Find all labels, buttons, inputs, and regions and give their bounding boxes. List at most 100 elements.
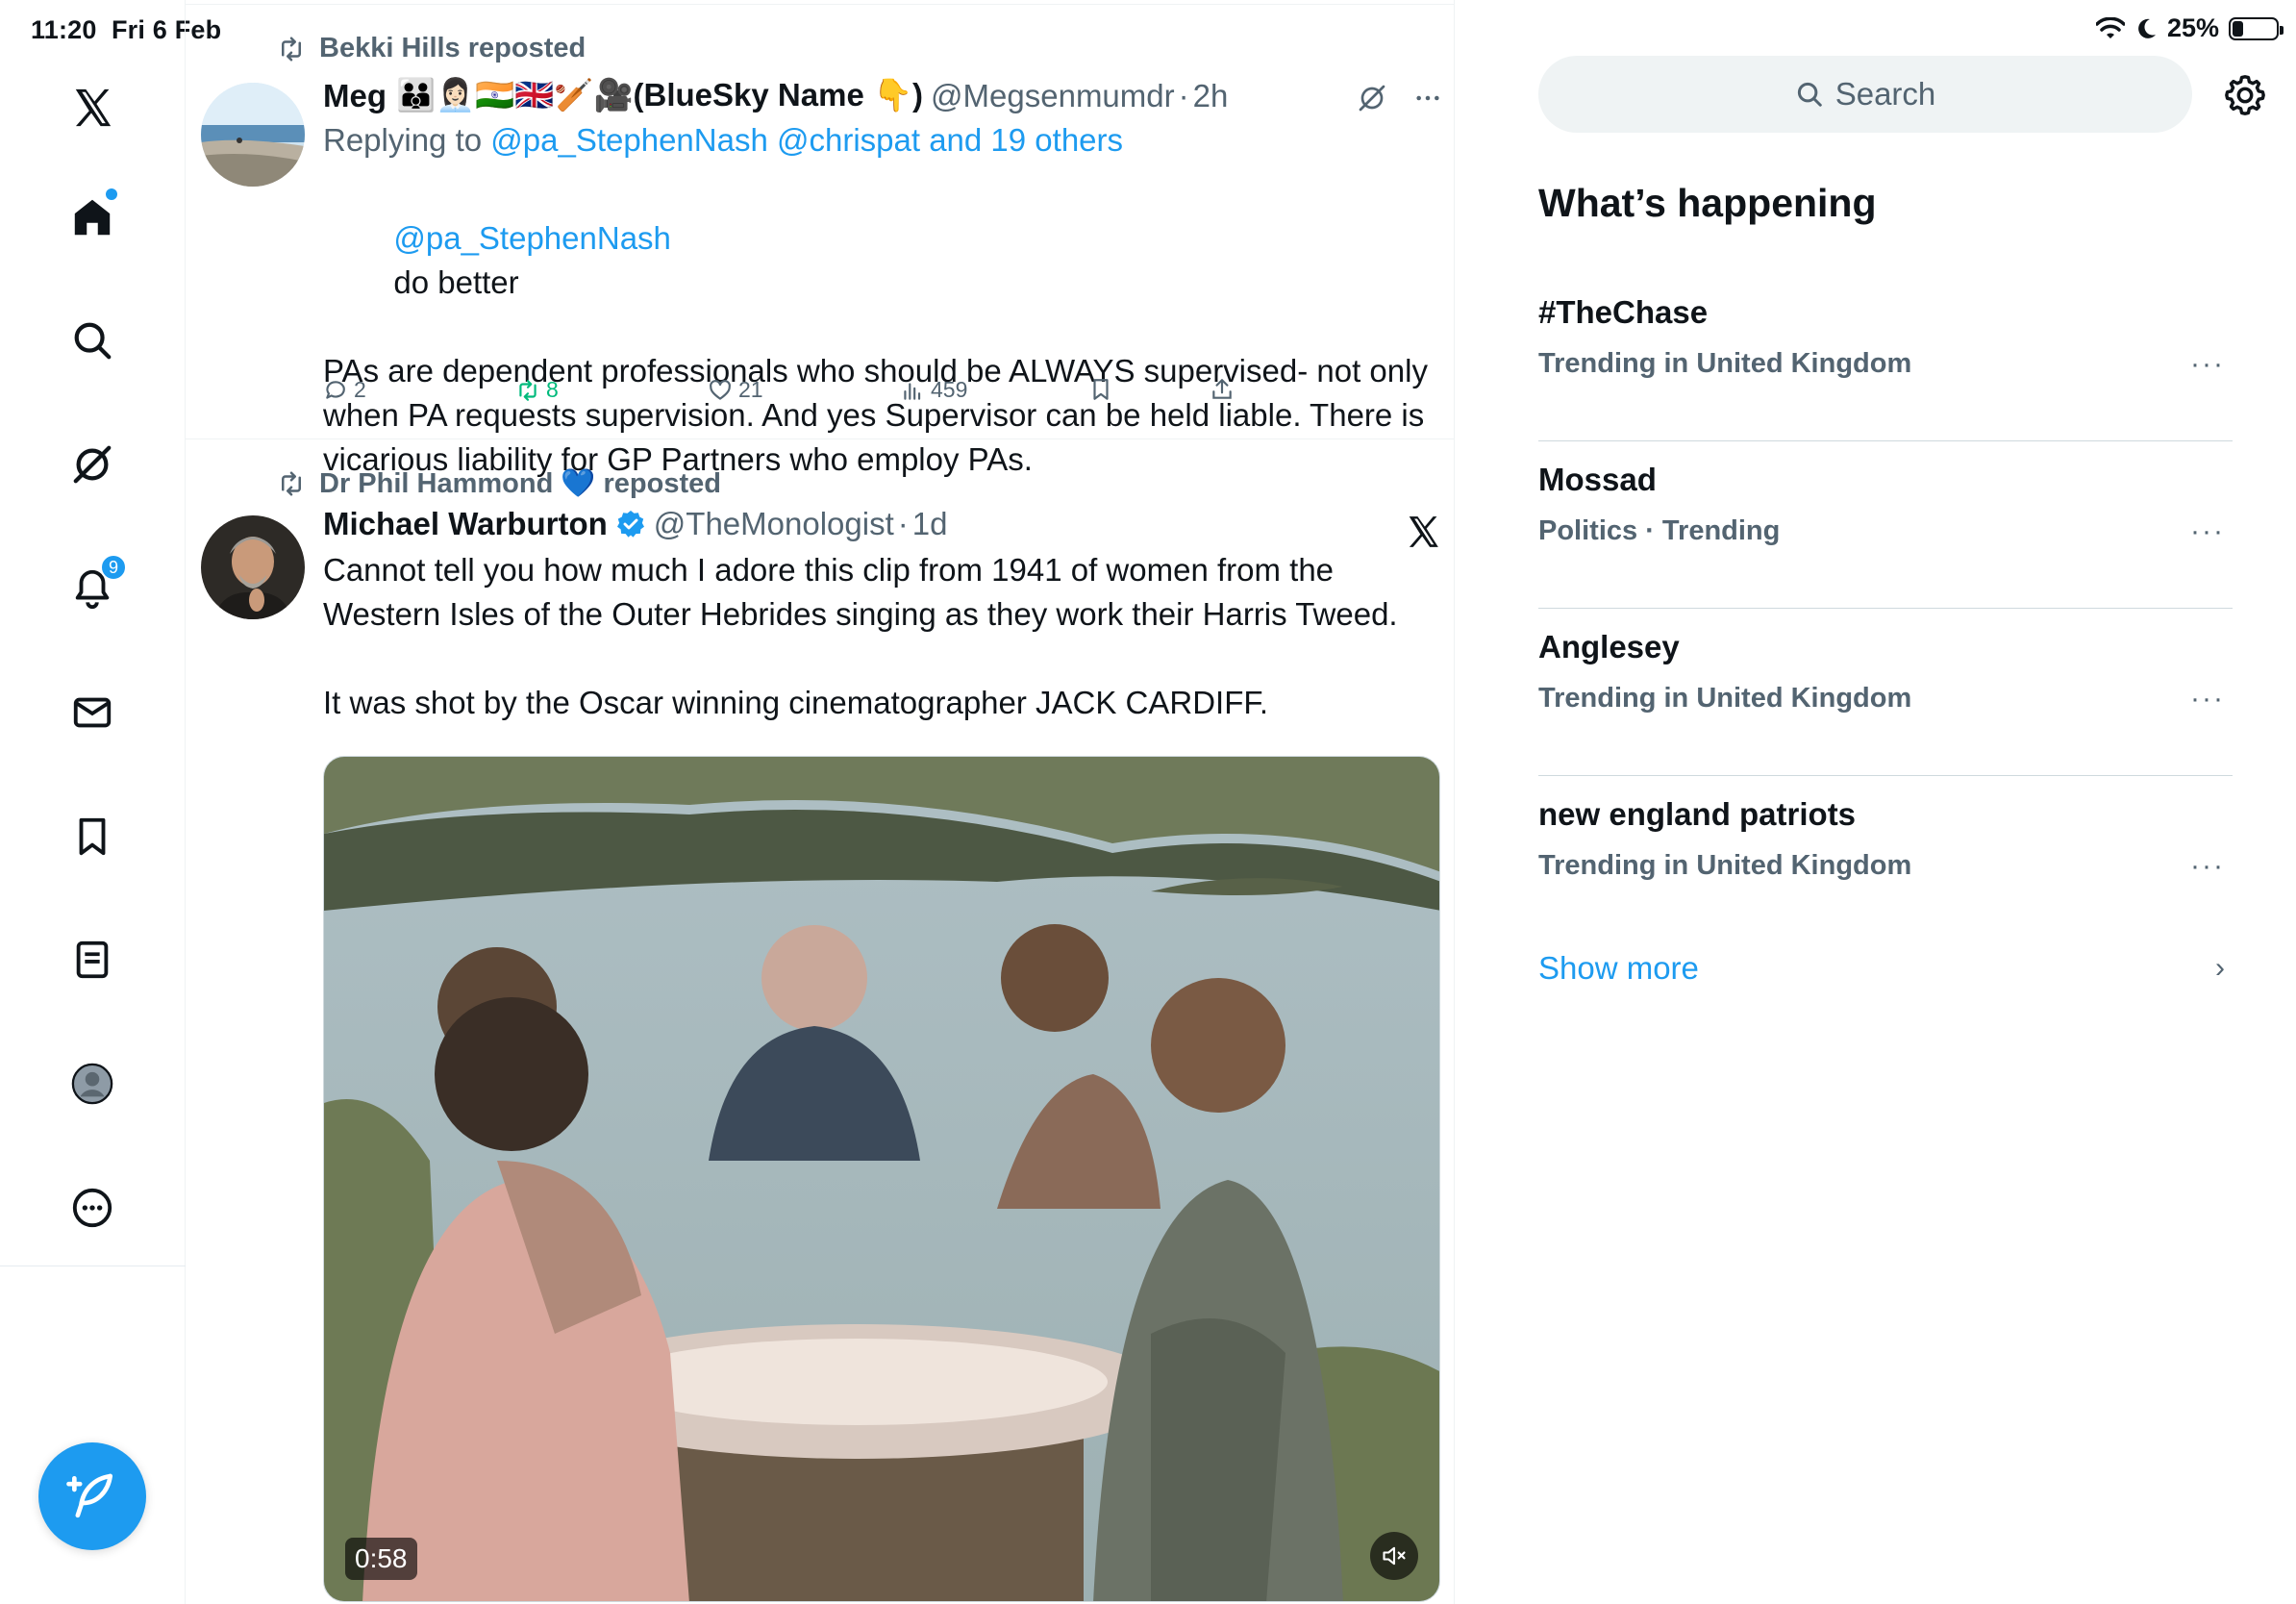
x-logo-icon[interactable] <box>54 69 131 146</box>
notifications-badge: 9 <box>100 554 127 581</box>
tweet-header-actions <box>1405 514 1441 550</box>
trend-name: #TheChase <box>1538 294 1709 330</box>
repost-by-label[interactable]: Dr Phil Hammond 💙 reposted <box>319 467 721 500</box>
reply-button[interactable]: 2 <box>323 377 366 403</box>
search-icon <box>1797 82 1822 107</box>
tweet-header-actions <box>1357 83 1443 113</box>
share-icon <box>1212 379 1232 399</box>
repost-count: 8 <box>546 377 559 402</box>
repost-indicator: Bekki Hills reposted <box>277 33 586 64</box>
show-more-label: Show more <box>1538 950 1699 986</box>
more-options-icon[interactable]: ··· <box>2190 683 2225 715</box>
notifications-icon[interactable]: 9 <box>54 550 131 627</box>
repost-indicator: Dr Phil Hammond 💙 reposted <box>277 467 721 500</box>
verified-badge-icon <box>616 511 644 538</box>
bookmark-button[interactable] <box>1088 377 1113 402</box>
tweet-actions: 2 8 21 459 <box>323 377 1443 410</box>
views-count: 459 <box>931 377 968 402</box>
settings-button[interactable] <box>2221 71 2269 119</box>
trend-item[interactable]: Anglesey Trending in United Kingdom ··· <box>1538 629 2233 797</box>
avatar[interactable] <box>201 515 305 619</box>
views-button[interactable]: 459 <box>900 377 967 403</box>
views-icon <box>904 382 921 400</box>
lists-icon[interactable] <box>54 921 131 998</box>
trend-name: new england patriots <box>1538 796 1857 832</box>
grok-icon[interactable] <box>54 426 131 503</box>
trend-item[interactable]: Mossad Politics · Trending ··· <box>1538 462 2233 630</box>
trend-name: Mossad <box>1538 462 1657 497</box>
mute-button[interactable] <box>1370 1532 1418 1580</box>
messages-icon[interactable] <box>54 674 131 751</box>
share-button[interactable] <box>1210 377 1235 402</box>
author-handle[interactable]: @TheMonologist <box>654 506 894 542</box>
mention-link[interactable]: @pa_StephenNash <box>393 220 671 256</box>
reply-count: 2 <box>354 377 366 402</box>
trend-divider <box>1538 608 2233 609</box>
author-name-emoji: 👪👩🏻‍💼🇮🇳🇬🇧🏏🎥(BlueSky Name 👇) <box>396 77 924 113</box>
repost-button[interactable]: 8 <box>515 377 559 403</box>
bookmarks-icon[interactable] <box>54 798 131 875</box>
author-handle[interactable]: @Megsenmumdr <box>931 78 1175 114</box>
reply-icon <box>326 380 345 399</box>
avatar[interactable] <box>201 83 305 187</box>
home-icon[interactable] <box>54 179 131 256</box>
trend-meta: Trending in United Kingdom <box>1538 348 1912 379</box>
reply-targets-link[interactable]: @pa_StephenNash @chrispat and 19 others <box>490 122 1123 158</box>
wifi-icon <box>2095 16 2125 38</box>
tweet-time[interactable]: 2h <box>1193 78 1229 114</box>
compose-button[interactable] <box>38 1442 146 1550</box>
separator-dot: · <box>1178 77 1189 113</box>
tweet-time[interactable]: 1d <box>912 506 948 542</box>
tweet-text-lead: do better <box>393 264 519 300</box>
more-options-icon[interactable]: ··· <box>2190 515 2225 548</box>
home-new-dot <box>106 188 117 200</box>
more-options-icon[interactable]: ··· <box>2190 850 2225 883</box>
author-name[interactable]: Michael Warburton <box>323 506 608 542</box>
repost-by-label[interactable]: Bekki Hills reposted <box>319 33 586 64</box>
tweet-body: Michael Warburton @TheMonologist · 1d Ca… <box>323 506 1443 725</box>
repost-icon <box>519 379 537 401</box>
repost-icon <box>282 37 301 61</box>
compose-icon <box>66 1473 112 1518</box>
search-input[interactable]: Search <box>1538 56 2192 133</box>
muted-speaker-icon <box>1383 1546 1406 1566</box>
reply-context: Replying to @pa_StephenNash @chrispat an… <box>323 122 1443 159</box>
video-player[interactable]: 0:58 <box>323 756 1440 1602</box>
battery-percent: 25% <box>2166 13 2219 42</box>
more-icon[interactable] <box>54 1169 131 1246</box>
grok-icon[interactable] <box>1357 83 1387 113</box>
tweet-header: Meg 👪👩🏻‍💼🇮🇳🇬🇧🏏🎥(BlueSky Name 👇) @Megsenm… <box>323 77 1443 114</box>
repost-icon <box>282 471 301 496</box>
chevron-right-icon: › <box>2215 952 2225 984</box>
tweet-text: Cannot tell you how much I adore this cl… <box>323 552 1398 720</box>
search-placeholder: Search <box>1834 76 1936 112</box>
video-duration: 0:58 <box>345 1538 417 1580</box>
author-name[interactable]: Meg <box>323 78 387 114</box>
bookmark-icon <box>1093 379 1109 400</box>
trend-name: Anglesey <box>1538 629 1680 664</box>
search-icon[interactable] <box>54 302 131 379</box>
trend-item[interactable]: new england patriots Trending in United … <box>1538 796 2233 965</box>
battery-icon <box>2229 16 2284 40</box>
timeline: Bekki Hills reposted Meg 👪👩🏻‍💼🇮🇳🇬🇧🏏🎥(Blu… <box>186 0 1455 1604</box>
tweet[interactable]: Bekki Hills reposted Meg 👪👩🏻‍💼🇮🇳🇬🇧🏏🎥(Blu… <box>186 0 1455 477</box>
status-indicators: 25% <box>2095 13 2284 43</box>
show-more-link[interactable]: Show more › <box>1538 950 2233 987</box>
like-button[interactable]: 21 <box>708 377 763 403</box>
trend-item[interactable]: #TheChase Trending in United Kingdom ··· <box>1538 294 2233 463</box>
trend-meta: Politics · Trending <box>1538 515 1781 546</box>
like-count: 21 <box>738 377 763 402</box>
tweet[interactable]: Dr Phil Hammond 💙 reposted Michael Warbu… <box>186 439 1455 1604</box>
moon-icon <box>2138 18 2156 38</box>
more-options-icon[interactable]: ··· <box>2190 348 2225 381</box>
trend-divider <box>1538 775 2233 776</box>
heart-icon <box>710 379 731 400</box>
video-thumbnail <box>324 757 1439 1601</box>
section-title: What’s happening <box>1538 181 1877 225</box>
separator-dot: · <box>897 506 909 541</box>
gear-icon <box>2225 75 2265 115</box>
more-options-icon[interactable] <box>1412 83 1443 113</box>
profile-icon[interactable] <box>54 1045 131 1122</box>
x-logo-icon[interactable] <box>1405 514 1441 550</box>
trend-divider <box>1538 440 2233 441</box>
